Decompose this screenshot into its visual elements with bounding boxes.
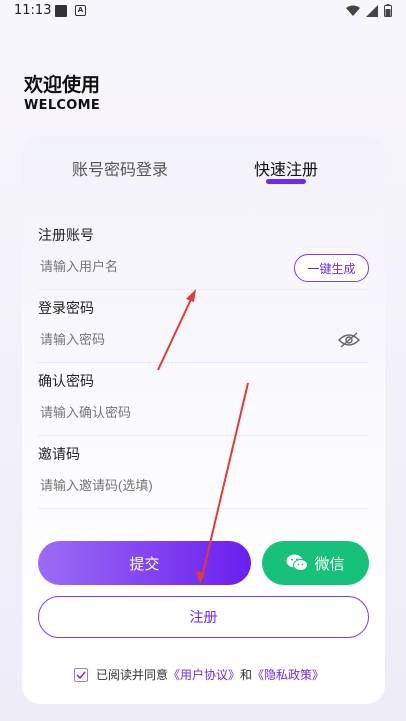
status-bar: 11:13 A	[0, 0, 406, 24]
register-card: 账号密码登录 快速注册 注册账号 一键生成 登录密码 确认密码 邀请码 提交 微…	[22, 136, 385, 704]
agreement-and: 和	[240, 668, 253, 682]
check-icon	[76, 671, 86, 679]
invite-code-input[interactable]	[40, 478, 340, 493]
active-tab-indicator	[266, 179, 306, 184]
divider	[38, 289, 368, 290]
register-button[interactable]: 注册	[38, 596, 369, 638]
wechat-login-button[interactable]: 微信	[262, 541, 369, 585]
divider	[38, 435, 368, 436]
account-label: 注册账号	[38, 228, 94, 244]
tab-quick-register[interactable]: 快速注册	[254, 156, 318, 180]
status-time: 11:13	[14, 3, 52, 18]
agreement-prefix: 已阅读并同意	[96, 668, 169, 682]
wifi-icon	[346, 5, 360, 16]
hide-password-eye-icon[interactable]	[338, 332, 360, 348]
submit-button[interactable]: 提交	[38, 541, 251, 585]
welcome-title: 欢迎使用	[24, 74, 101, 96]
status-icons	[346, 4, 392, 17]
divider	[38, 362, 368, 363]
wechat-icon	[286, 554, 309, 571]
wechat-label: 微信	[314, 554, 345, 573]
a-badge-icon: A	[75, 5, 86, 16]
tab-account-login[interactable]: 账号密码登录	[72, 156, 168, 180]
welcome-subtitle: WELCOME	[24, 98, 101, 113]
password-input[interactable]	[40, 332, 320, 347]
divider	[38, 508, 368, 509]
agreement-row: 已阅读并同意 《用户协议》 和 《隐私政策》	[74, 666, 324, 683]
notification-square-icon	[55, 5, 67, 17]
user-agreement-link[interactable]: 《用户协议》	[168, 666, 240, 683]
generate-username-button[interactable]: 一键生成	[294, 254, 369, 282]
invite-code-label: 邀请码	[38, 447, 80, 463]
battery-icon	[384, 4, 392, 17]
privacy-policy-link[interactable]: 《隐私政策》	[252, 666, 324, 683]
agree-checkbox[interactable]	[74, 667, 88, 682]
confirm-password-input[interactable]	[40, 405, 340, 420]
password-label: 登录密码	[38, 301, 94, 317]
confirm-password-label: 确认密码	[38, 374, 94, 390]
signal-icon	[366, 4, 378, 17]
username-input[interactable]	[40, 259, 280, 274]
